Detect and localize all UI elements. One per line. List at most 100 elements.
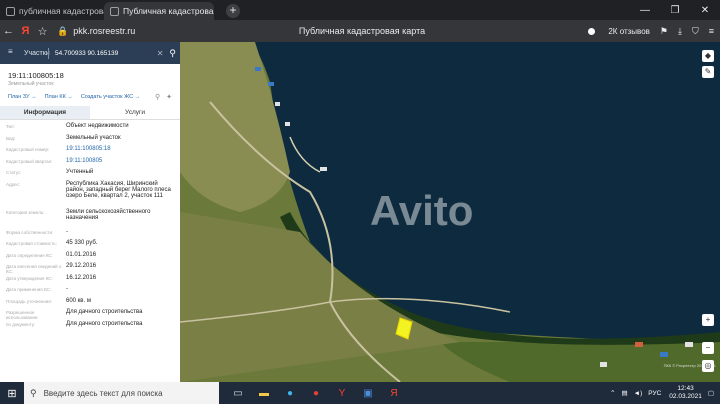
back-icon[interactable]: ← [0,25,17,37]
plan-kk-link[interactable]: План КК → [45,94,73,100]
system-tray: ⌃ ▤ ◄) РУС 12:43 02.03.2021 ▢ [604,385,720,401]
field-row: Дата утверждения КС: 16.12.2016 [0,275,180,287]
maximize-icon[interactable]: ❐ [660,5,690,16]
taskbar: ⊞ ⚲ Введите здесь текст для поиска ▭ ▬ ●… [0,382,720,404]
explorer-icon[interactable]: ▬ [251,388,277,399]
field-label: Статус: [6,170,22,175]
plan-zu-link[interactable]: План ЗУ → [8,94,37,100]
field-value: Республика Хакасия, Ширинский район, зап… [66,180,171,199]
tab-favicon-icon [110,6,119,16]
zoom-out-button[interactable]: − [702,342,714,354]
shield-icon[interactable]: ⛉ [692,26,699,37]
field-label: Категория земель: [6,209,45,215]
search-icon: ⚲ [30,387,37,398]
field-value: 600 кв. м [66,297,91,304]
field-row: Дата применения КС: - [0,286,180,298]
star-icon[interactable]: ☆ [34,25,51,38]
tab-services[interactable]: Услуги [90,106,180,119]
tab-title: публичная кадастровая к [19,6,104,16]
field-value: Для дачного строительства [66,320,143,327]
reviews-count: 2К отзывов [608,26,650,36]
zoom-in-button[interactable]: + [702,314,714,326]
tab-favicon-icon [6,6,15,16]
network-icon[interactable]: ▤ [622,389,628,397]
bookmark-icon[interactable]: ⚑ [660,26,668,37]
pin-icon[interactable]: ✦ [166,93,172,101]
field-label: Дата применения КС: [6,287,52,292]
clock-date: 02.03.2021 [669,393,702,400]
search-input[interactable]: 54.700933 90.165139 [55,50,157,57]
field-value: 16.12.2016 [66,274,97,281]
field-value: - [66,286,68,292]
field-row: Статус: Учтенный [0,169,180,181]
field-value[interactable]: 19:11:100805 [66,158,174,170]
browser-tab-1[interactable]: публичная кадастровая к ✕ [0,2,104,20]
field-label: Вид: [6,135,16,141]
field-value: Объект недвижимости [66,123,129,129]
field-row: Площадь уточненная: 600 кв. м [0,298,180,310]
parcel-fields: Тип: Объект недвижимости Вид: Земельный уча… [0,120,180,332]
taskbar-search-placeholder: Введите здесь текст для поиска [43,388,163,398]
language-indicator[interactable]: РУС [648,390,661,397]
new-tab-button[interactable]: + [226,4,240,18]
close-window-icon[interactable]: ✕ [690,5,720,16]
field-label: Дата определения КС: [6,252,53,258]
create-parcel-link[interactable]: Создать участок ЖС → [81,94,140,100]
field-row: Кадастровый номер: 19:11:100805:18 [0,146,180,158]
search-divider [48,47,49,59]
field-label: Дата внесения сведений о КС: [6,264,62,274]
layers-button[interactable]: ◆ [702,50,714,62]
zoom-icon[interactable]: ⚲ [155,93,160,101]
map-view[interactable]: Avito ПКК © Росреестр 2010-2021 ◆ ✎ + − … [180,42,720,382]
field-row: Кадастровая стоимость: 45 330 руб. [0,240,180,252]
parcel-kind: Земельный участок [8,81,54,87]
task-view-icon[interactable]: ▭ [225,388,251,399]
download-icon[interactable]: ⤓ [678,26,682,37]
menu-icon[interactable]: ≡ [709,26,714,36]
browser-tab-bar: публичная кадастровая к ✕ Публичная када… [0,0,720,20]
window-controls: — ❐ ✕ [630,0,720,20]
windows-start-icon[interactable]: ⊞ [0,387,24,400]
field-row: Тип: Объект недвижимости [0,123,180,135]
edit-button[interactable]: ✎ [702,66,714,78]
reviews-badge[interactable]: 2К отзывов [578,27,650,36]
yandex-app-icon[interactable]: Я [381,388,407,399]
clock[interactable]: 12:43 02.03.2021 [669,385,702,401]
parcel-links: План ЗУ → План КК → Создать участок ЖС →… [0,87,180,101]
search-bar: ≡ Участки 54.700933 90.165139 ✕ ⚲ [0,42,180,64]
tray-arrow-icon[interactable]: ⌃ [610,389,615,397]
field-label: по документу: [6,321,36,327]
browser-tab-2[interactable]: Публичная кадастровая ✕ [104,2,214,20]
field-label: Кадастровый квартал: [6,158,53,164]
taskbar-search-box[interactable]: ⚲ Введите здесь текст для поиска [24,382,219,404]
volume-icon[interactable]: ◄) [634,390,643,397]
tab-information[interactable]: Информация [0,106,90,119]
location-icon[interactable]: ◎ [702,360,714,372]
app-icon[interactable]: ▣ [355,388,381,399]
field-value: Земли сельскохозяйственного назначения [66,208,151,221]
field-value: 29.12.2016 [66,263,97,269]
field-row: Кадастровый квартал: 19:11:100805 [0,158,180,170]
notifications-icon[interactable]: ▢ [708,389,714,397]
chrome-icon[interactable]: ● [303,388,329,399]
parcel-number: 19:11:100805:18 [8,71,64,80]
field-label: Форма собственности: [6,229,54,235]
yandex-browser-icon[interactable]: Y [329,388,355,399]
field-label: Разрешенное использование: [6,310,39,320]
field-value: Земельный участок [66,134,121,141]
clock-time: 12:43 [677,385,694,392]
url-field[interactable]: 🔒 pkk.rosreestr.ru [57,23,135,39]
clear-icon[interactable]: ✕ [157,49,164,58]
field-value[interactable]: 19:11:100805:18 [66,146,174,158]
yandex-icon[interactable]: Я [17,25,34,37]
field-row: Вид: Земельный участок [0,135,180,147]
field-label: Тип: [6,124,15,129]
minimize-icon[interactable]: — [630,5,660,16]
field-row: Дата определения КС: 01.01.2016 [0,252,180,264]
lock-icon: 🔒 [57,25,69,36]
edge-icon[interactable]: ● [277,388,303,399]
taskbar-apps: ▭ ▬ ● ● Y ▣ Я [225,388,407,399]
search-icon[interactable]: ⚲ [169,48,176,59]
info-panel: ≡ Участки 54.700933 90.165139 ✕ ⚲ 19:11:… [0,42,180,382]
layers-icon[interactable]: ≡ [8,47,13,56]
